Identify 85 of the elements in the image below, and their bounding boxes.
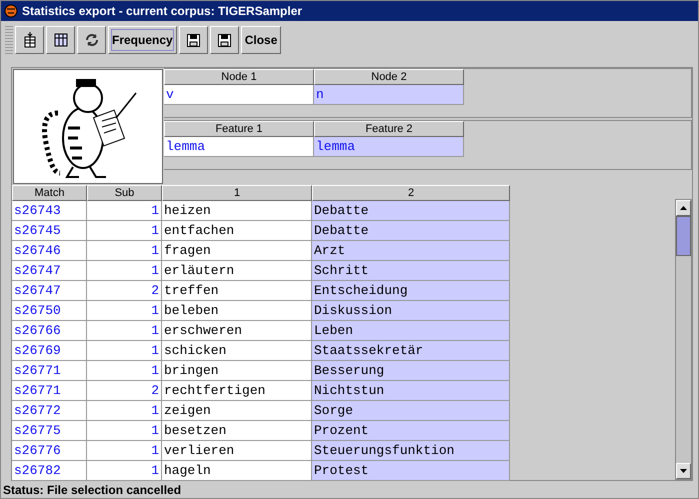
column-header[interactable]: Feature 1: [164, 121, 314, 137]
column-header[interactable]: Feature 2: [314, 121, 464, 137]
toolbar-button[interactable]: [210, 26, 239, 54]
table-cell: erschweren: [162, 321, 312, 341]
table-cell: 1: [87, 261, 162, 281]
table-cell: 2: [87, 381, 162, 401]
table-cell: Arzt: [312, 241, 510, 261]
table-cell: zeigen: [162, 401, 312, 421]
up-arrow-icon[interactable]: [680, 206, 687, 210]
table-cell: s26746: [12, 241, 87, 261]
table-cell: hageln: [162, 461, 312, 481]
table-cell: 2: [87, 281, 162, 301]
table-cell: Sorge: [312, 401, 510, 421]
table-cell: 1: [87, 401, 162, 421]
table-cell: treffen: [162, 281, 312, 301]
table-cell: fragen: [162, 241, 312, 261]
table-cell: s26776: [12, 441, 87, 461]
table-cell: 1: [87, 421, 162, 441]
table-cell: schicken: [162, 341, 312, 361]
column-header[interactable]: Node 2: [314, 69, 464, 85]
table-cell: 1: [87, 221, 162, 241]
table-cell: bringen: [162, 361, 312, 381]
column-header[interactable]: 2: [312, 185, 510, 201]
column-header[interactable]: 1: [162, 185, 312, 201]
table-cell: Protest: [312, 461, 510, 481]
table-cell: Steuerungsfunktion: [312, 441, 510, 461]
table-cell: 1: [87, 321, 162, 341]
table-cell: s26750: [12, 301, 87, 321]
toolbar-grip[interactable]: [5, 26, 13, 54]
table-cell: 1: [87, 201, 162, 221]
toolbar-button[interactable]: [178, 26, 208, 54]
table-cell: s26769: [12, 341, 87, 361]
table-cell: 1: [87, 441, 162, 461]
vertical-scrollbar[interactable]: [675, 199, 692, 480]
table-cell: Debatte: [312, 201, 510, 221]
table-cell: 1: [87, 461, 162, 481]
node-cell[interactable]: v: [164, 85, 314, 105]
toolbar-button[interactable]: [46, 26, 75, 54]
table-cell: besetzen: [162, 421, 312, 441]
table-cell: heizen: [162, 201, 312, 221]
window-title: Statistics export - current corpus: TIGERSampler: [22, 4, 302, 18]
table-cell: Prozent: [312, 421, 510, 441]
column-header[interactable]: Match: [12, 185, 87, 201]
table-cell: s26782: [12, 461, 87, 481]
toolbar-button[interactable]: Frequency: [108, 26, 177, 54]
table-cell: verlieren: [162, 441, 312, 461]
table-cell: s26771: [12, 361, 87, 381]
feature-cell[interactable]: lemma: [164, 137, 314, 157]
toolbar-button[interactable]: [77, 26, 106, 54]
feature-cell[interactable]: lemma: [314, 137, 464, 157]
table-cell: s26747: [12, 281, 87, 301]
table-cell: Besserung: [312, 361, 510, 381]
table-cell: 1: [87, 301, 162, 321]
table-cell: Leben: [312, 321, 510, 341]
columns-icon: [54, 33, 68, 47]
table-cell: s26771: [12, 381, 87, 401]
table-cell: Debatte: [312, 221, 510, 241]
table-cell: s26743: [12, 201, 87, 221]
down-arrow-icon[interactable]: [680, 469, 687, 473]
table-cell: Entscheidung: [312, 281, 510, 301]
toolbar-button[interactable]: Close: [240, 26, 282, 54]
table-cell: entfachen: [162, 221, 312, 241]
toolbar-button[interactable]: [15, 26, 44, 54]
table-cell: 1: [87, 361, 162, 381]
table-cell: Nichtstun: [312, 381, 510, 401]
table-cell: 1: [87, 341, 162, 361]
table-cell: rechtfertigen: [162, 381, 312, 401]
table-cell: s26766: [12, 321, 87, 341]
table-cell: s26775: [12, 421, 87, 441]
table-cell: s26772: [12, 401, 87, 421]
status-text: Status: File selection cancelled: [2, 482, 182, 498]
table-cell: beleben: [162, 301, 312, 321]
table-cell: Diskussion: [312, 301, 510, 321]
node-cell[interactable]: n: [314, 85, 464, 105]
table-cell: s26747: [12, 261, 87, 281]
column-header[interactable]: Sub: [87, 185, 162, 201]
scroll-thumb[interactable]: [676, 216, 691, 256]
column-header[interactable]: Node 1: [164, 69, 314, 85]
table-cell: 1: [87, 241, 162, 261]
table-cell: erläutern: [162, 261, 312, 281]
table-icon: [24, 32, 36, 48]
table-cell: Schritt: [312, 261, 510, 281]
table-cell: s26745: [12, 221, 87, 241]
table-cell: Staatssekretär: [312, 341, 510, 361]
refresh-icon: [84, 33, 98, 47]
